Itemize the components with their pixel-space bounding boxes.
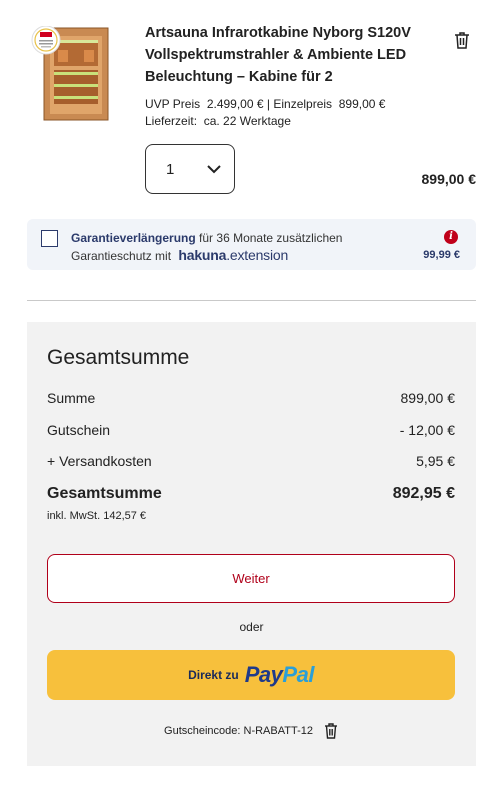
summary-row-value: - 12,00 € — [399, 422, 455, 438]
price-info: UVP Preis 2.499,00 € | Einzelpreis 899,0… — [145, 96, 385, 130]
warranty-extension-box: Garantieverlängerung für 36 Monate zusät… — [27, 219, 476, 270]
unit-price-value: 899,00 € — [338, 97, 386, 111]
voucher-code: Gutscheincode: N-RABATT-12 — [164, 725, 313, 737]
summary-row-shipping: + Versandkosten 5,95 € — [47, 453, 455, 469]
remove-voucher-trash-icon[interactable] — [323, 722, 339, 740]
delivery-value: ca. 22 Werktage — [203, 114, 291, 128]
hakuna-extension-logo: hakuna.extension — [178, 247, 289, 263]
continue-button[interactable]: Weiter — [47, 554, 455, 603]
summary-heading: Gesamtsumme — [47, 346, 190, 369]
warranty-text-1: für 36 Monate zusätzlichen — [195, 231, 343, 245]
summary-row-sum: Summe 899,00 € — [47, 390, 455, 406]
chevron-down-icon — [206, 161, 222, 178]
warranty-checkbox[interactable] — [41, 230, 58, 247]
uvp-label: UVP Preis — [145, 97, 201, 111]
paypal-prefix: Direkt zu — [188, 668, 239, 682]
warranty-price: 99,99 € — [423, 249, 460, 261]
quantity-value: 1 — [166, 160, 175, 178]
delivery-label: Lieferzeit: — [145, 114, 198, 128]
vat-note: inkl. MwSt. 142,57 € — [47, 510, 147, 522]
uvp-value: 2.499,00 € — [206, 97, 264, 111]
quantity-select[interactable]: 1 — [145, 144, 235, 194]
summary-row-label: + Versandkosten — [47, 453, 152, 469]
summary-row-total: Gesamtsumme 892,95 € — [47, 485, 455, 503]
summary-row-label: Gutschein — [47, 422, 111, 438]
warranty-text: Garantieverlängerung für 36 Monate zusät… — [71, 230, 342, 265]
summary-row-label: Summe — [47, 390, 96, 406]
summary-row-voucher: Gutschein - 12,00 € — [47, 422, 455, 438]
warranty-text-2: Garantieschutz mit — [71, 249, 172, 263]
price-separator: | — [266, 97, 270, 111]
divider — [27, 300, 476, 301]
applied-voucher: Gutscheincode: N-RABATT-12 — [27, 722, 476, 740]
remove-item-trash-icon[interactable] — [452, 30, 472, 50]
order-summary-panel: Gesamtsumme Summe 899,00 € Gutschein - 1… — [27, 322, 476, 766]
total-label: Gesamtsumme — [47, 485, 162, 502]
warranty-title: Garantieverlängerung — [71, 231, 196, 245]
paypal-checkout-button[interactable]: Direkt zu PayPal — [47, 650, 455, 700]
product-image[interactable] — [30, 25, 122, 122]
or-separator: oder — [239, 620, 264, 634]
info-icon[interactable]: i — [444, 230, 458, 244]
total-value: 892,95 € — [392, 485, 455, 502]
summary-row-value: 899,00 € — [400, 390, 456, 406]
product-title[interactable]: Artsauna Infrarotkabine Nyborg S120V Vol… — [145, 22, 435, 88]
line-price: 899,00 € — [421, 171, 477, 187]
paypal-logo: PayPal — [244, 662, 315, 687]
summary-row-value: 5,95 € — [416, 453, 455, 469]
unit-price-label: Einzelpreis — [273, 97, 333, 111]
